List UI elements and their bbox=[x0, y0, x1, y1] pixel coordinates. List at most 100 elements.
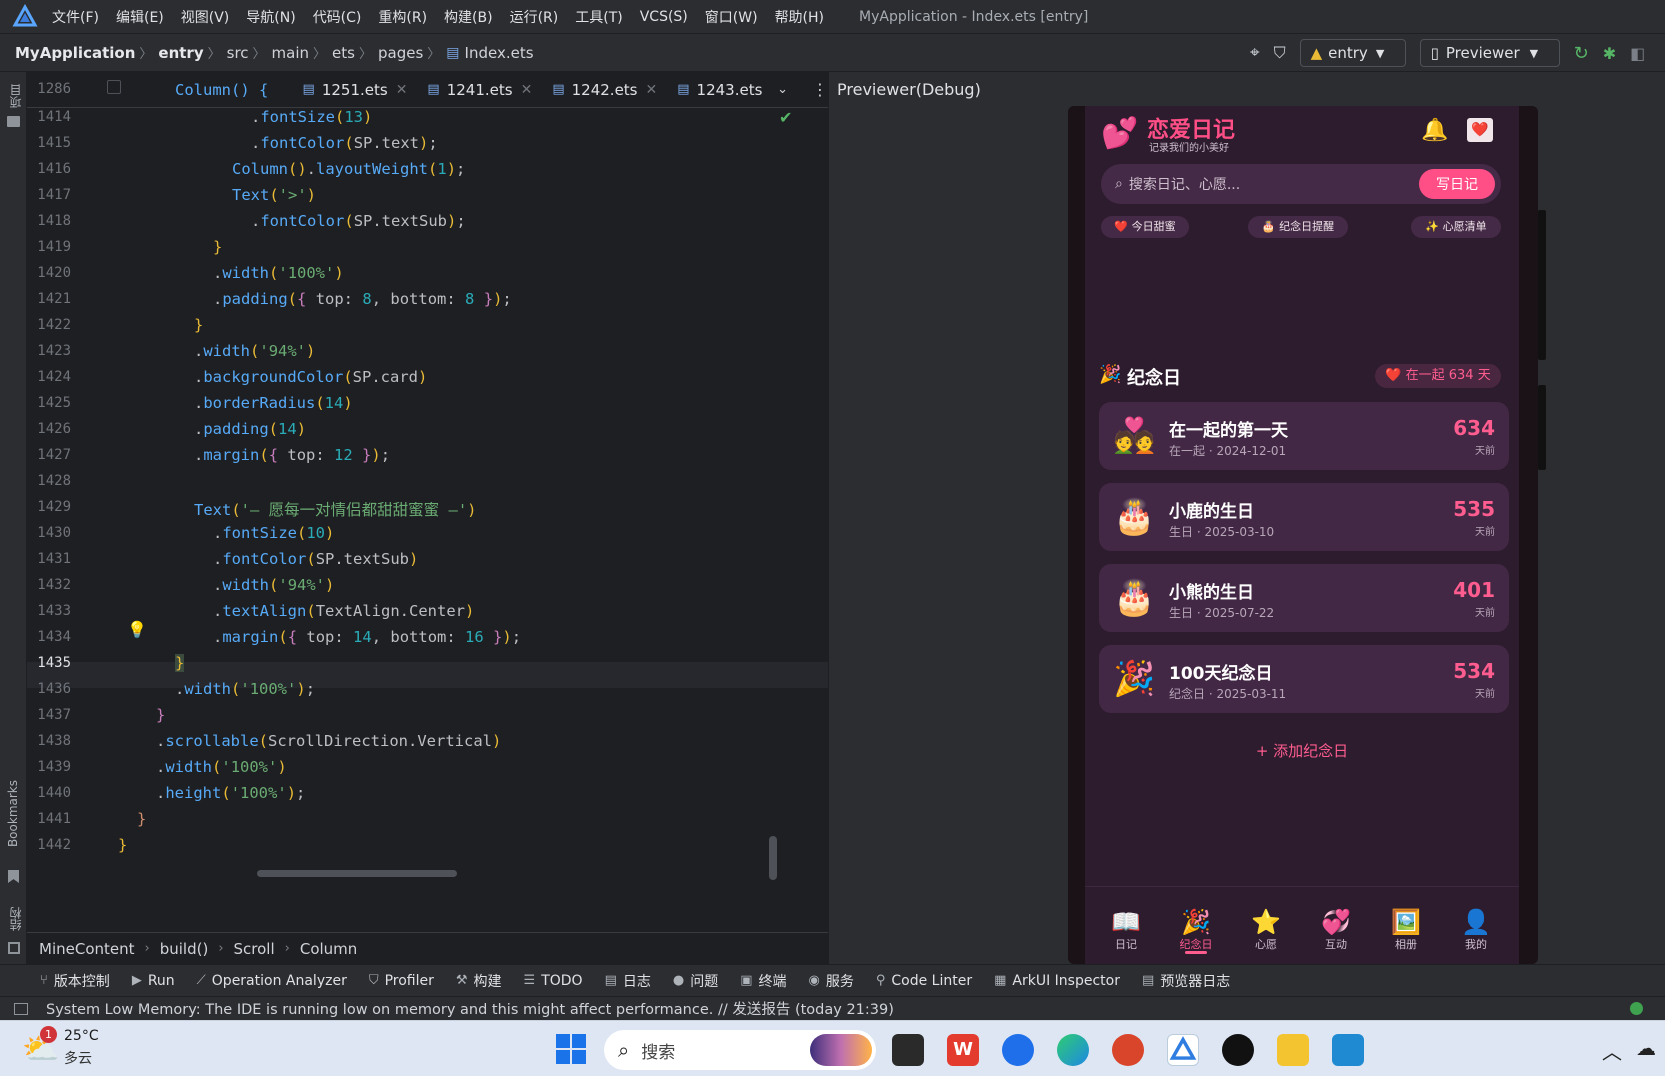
tool-terminal[interactable]: ▣ 终端 bbox=[740, 971, 786, 991]
breadcrumb-module[interactable]: entry bbox=[152, 44, 203, 62]
anniversary-card[interactable]: 🎂 小熊的生日 生日 · 2025-07-22 401 天前 bbox=[1099, 564, 1509, 632]
tool-vcs[interactable]: ⑂ 版本控制 bbox=[40, 971, 110, 991]
module-selector[interactable]: ▲ entry ▼ bbox=[1299, 39, 1406, 67]
menu-help[interactable]: 帮助(H) bbox=[775, 7, 824, 27]
close-icon[interactable]: ✕ bbox=[396, 82, 408, 98]
device-selector[interactable]: ▯ Previewer ▼ bbox=[1419, 39, 1560, 67]
menu-code[interactable]: 代码(C) bbox=[313, 7, 362, 27]
chip-wish-list[interactable]: ✨ 心愿清单 bbox=[1411, 216, 1501, 238]
edge-icon[interactable] bbox=[1057, 1034, 1089, 1066]
menu-window[interactable]: 窗口(W) bbox=[705, 7, 758, 27]
nav-interact[interactable]: 💞 互动 bbox=[1306, 908, 1366, 952]
menu-run[interactable]: 运行(R) bbox=[510, 7, 559, 27]
tool-services[interactable]: ◉ 服务 bbox=[809, 971, 854, 991]
search-input[interactable]: 搜索日记、心愿... bbox=[1129, 174, 1240, 194]
rerun-icon[interactable]: ↻ bbox=[1574, 43, 1589, 64]
nav-album[interactable]: 🖼️ 相册 bbox=[1376, 908, 1436, 952]
tab-1242[interactable]: ▤ 1242.ets ✕ bbox=[542, 72, 667, 108]
profiler-icon[interactable]: ⛉ bbox=[1274, 43, 1286, 63]
tab-1251[interactable]: ▤ 1251.ets ✕ bbox=[293, 72, 418, 108]
chevron-down-icon: ▼ bbox=[1529, 46, 1539, 60]
nav-wish[interactable]: ⭐ 心愿 bbox=[1236, 908, 1296, 952]
anniversary-date: 在一起 · 2024-12-01 bbox=[1169, 444, 1287, 458]
chip-today-sweet[interactable]: ❤️ 今日甜蜜 bbox=[1101, 216, 1189, 238]
project-tool-button[interactable]: 项目 bbox=[7, 84, 24, 108]
tool-run[interactable]: ▶ Run bbox=[132, 973, 175, 989]
sticky-code-text: Column() { bbox=[175, 80, 269, 99]
tab-1243[interactable]: ▤ 1243.ets bbox=[667, 72, 763, 108]
tool-arkui-inspector[interactable]: ▦ ArkUI Inspector bbox=[994, 973, 1120, 989]
code-crumb-scroll[interactable]: Scroll bbox=[234, 940, 275, 958]
breadcrumb-file[interactable]: ▤ Index.ets bbox=[440, 44, 533, 62]
taskbar-search-box[interactable]: ⌕ 搜索 bbox=[604, 1030, 876, 1070]
device-side-button bbox=[1538, 385, 1546, 470]
horizontal-scrollbar[interactable] bbox=[257, 870, 457, 877]
breadcrumb-project[interactable]: MyApplication bbox=[9, 44, 135, 62]
code-crumb-column[interactable]: Column bbox=[300, 940, 357, 958]
close-icon[interactable]: ✕ bbox=[646, 82, 658, 98]
bell-icon[interactable]: 🔔 bbox=[1421, 118, 1448, 143]
menu-build[interactable]: 构建(B) bbox=[444, 7, 493, 27]
anniversary-title: 小鹿的生日 bbox=[1169, 502, 1254, 522]
anniversary-card[interactable]: 🎂 小鹿的生日 生日 · 2025-03-10 535 天前 bbox=[1099, 483, 1509, 551]
tool-code-linter[interactable]: ⚲ Code Linter bbox=[876, 973, 972, 989]
code-editor[interactable]: ✔ 💡 1414 1415 1416 1417 1418 1419 1420 1… bbox=[27, 108, 828, 932]
menu-file[interactable]: 文件(F) bbox=[52, 7, 99, 27]
tool-problems[interactable]: ● 问题 bbox=[673, 971, 718, 991]
nav-me[interactable]: 👤 我的 bbox=[1446, 908, 1506, 952]
code-crumb-method[interactable]: build() bbox=[160, 940, 209, 958]
vscode-icon[interactable] bbox=[1332, 1034, 1364, 1066]
tool-todo[interactable]: ☰ TODO bbox=[524, 973, 583, 989]
menu-navigate[interactable]: 导航(N) bbox=[246, 7, 295, 27]
tool-build[interactable]: ⚒ 构建 bbox=[456, 971, 502, 991]
debug-icon[interactable]: ✱ bbox=[1603, 44, 1616, 63]
qq-icon[interactable] bbox=[1222, 1034, 1254, 1066]
file-explorer-icon[interactable] bbox=[1277, 1034, 1309, 1066]
nav-anniversary[interactable]: 🎉 纪念日 bbox=[1166, 908, 1226, 952]
task-view-icon[interactable] bbox=[892, 1034, 924, 1066]
bookmarks-tool-button[interactable]: Bookmarks bbox=[6, 780, 20, 847]
menu-refactor[interactable]: 重构(R) bbox=[378, 7, 427, 27]
panel-toggle-icon[interactable] bbox=[14, 1002, 28, 1015]
heart-mail-icon[interactable]: ❤️ bbox=[1467, 118, 1493, 142]
status-message[interactable]: System Low Memory: The IDE is running lo… bbox=[46, 998, 894, 1019]
add-anniversary-button[interactable]: + 添加纪念日 bbox=[1085, 740, 1519, 761]
menu-vcs[interactable]: VCS(S) bbox=[640, 9, 688, 25]
anniversary-card[interactable]: 💑 在一起的第一天 在一起 · 2024-12-01 634 天前 bbox=[1099, 402, 1509, 470]
windows-start-icon[interactable] bbox=[556, 1034, 586, 1064]
fold-icon[interactable] bbox=[107, 80, 121, 94]
tab-1241[interactable]: ▤ 1241.ets ✕ bbox=[417, 72, 542, 108]
tool-profiler[interactable]: ⛉ Profiler bbox=[369, 973, 434, 989]
tab-menu-icon[interactable]: ⋮ bbox=[812, 80, 828, 99]
tool-previewer-log[interactable]: ▤ 预览器日志 bbox=[1142, 971, 1230, 991]
feishu-icon[interactable] bbox=[1002, 1034, 1034, 1066]
breadcrumb-ets[interactable]: ets bbox=[326, 44, 355, 62]
structure-tool-button[interactable]: 结构 bbox=[7, 907, 24, 931]
menu-tools[interactable]: 工具(T) bbox=[575, 7, 622, 27]
wps-icon[interactable]: W bbox=[947, 1034, 979, 1066]
menu-edit[interactable]: 编辑(E) bbox=[116, 7, 164, 27]
target-icon[interactable]: ⌖ bbox=[1250, 43, 1260, 63]
breadcrumb-src[interactable]: src bbox=[221, 44, 249, 62]
pdf-icon[interactable] bbox=[1112, 1034, 1144, 1066]
tool-operation-analyzer[interactable]: ⟋ Operation Analyzer bbox=[197, 973, 347, 989]
code-crumb-struct[interactable]: MineContent bbox=[39, 940, 135, 958]
lightbulb-icon[interactable]: 💡 bbox=[127, 620, 147, 639]
vertical-scrollbar[interactable] bbox=[769, 836, 777, 880]
tray-network-icon[interactable]: ☁ bbox=[1636, 1036, 1656, 1060]
close-icon[interactable]: ✕ bbox=[521, 82, 533, 98]
info-icon: ● bbox=[672, 973, 685, 988]
breadcrumb-main[interactable]: main bbox=[266, 44, 309, 62]
write-diary-button[interactable]: 写日记 bbox=[1419, 169, 1495, 199]
more-icon[interactable]: ◧ bbox=[1630, 44, 1645, 63]
deveco-taskbar-icon[interactable] bbox=[1167, 1034, 1199, 1066]
chip-anniversary-reminder[interactable]: 🎂 纪念日提醒 bbox=[1248, 216, 1348, 238]
menu-view[interactable]: 视图(V) bbox=[181, 7, 230, 27]
sticky-code-line[interactable]: Column() { bbox=[175, 72, 282, 108]
breadcrumb-pages[interactable]: pages bbox=[372, 44, 423, 62]
tool-log[interactable]: ▤ 日志 bbox=[605, 971, 651, 991]
tray-chevron-up-icon[interactable]: ︿ bbox=[1602, 1036, 1622, 1065]
tab-list-chevron-icon[interactable]: ⌄ bbox=[777, 82, 788, 97]
anniversary-card[interactable]: 🎉 100天纪念日 纪念日 · 2025-03-11 534 天前 bbox=[1099, 645, 1509, 713]
nav-diary[interactable]: 📖 日记 bbox=[1096, 908, 1156, 952]
